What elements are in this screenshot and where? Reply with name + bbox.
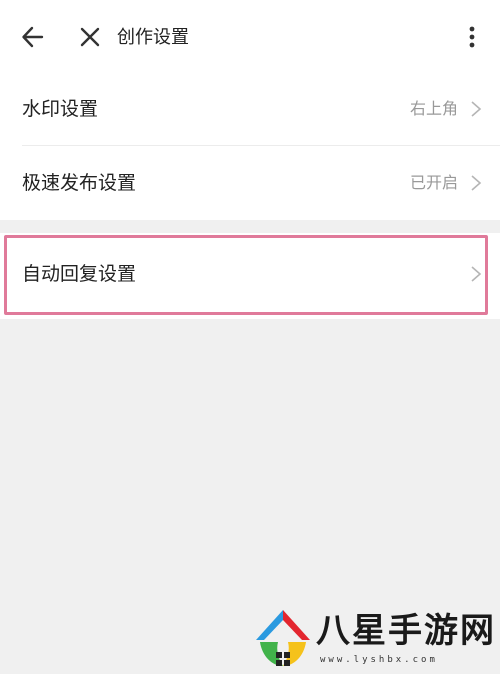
watermark-title: 八星手游网 xyxy=(316,611,496,651)
page-title: 创作设置 xyxy=(117,27,189,48)
setting-label: 水印设置 xyxy=(22,98,99,120)
watermark-url: www.lyshbx.com xyxy=(320,655,438,665)
arrow-left-icon[interactable] xyxy=(20,24,48,50)
chevron-right-icon xyxy=(470,100,482,118)
setting-value: 右上角 xyxy=(409,99,458,118)
close-icon[interactable] xyxy=(78,24,102,50)
setting-row-watermark[interactable]: 水印设置 右上角 xyxy=(0,72,500,146)
watermark-logo-icon xyxy=(252,606,314,670)
app-header: 创作设置 xyxy=(0,0,500,72)
watermark: 八星手游网 www.lyshbx.com xyxy=(250,606,500,670)
setting-label: 极速发布设置 xyxy=(22,172,137,194)
more-vertical-icon[interactable] xyxy=(462,24,482,50)
settings-group: 水印设置 右上角 极速发布设置 已开启 xyxy=(0,72,500,220)
setting-row-fast-publish[interactable]: 极速发布设置 已开启 xyxy=(0,146,500,220)
setting-value: 已开启 xyxy=(409,173,458,192)
chevron-right-icon xyxy=(470,174,482,192)
highlight-box xyxy=(4,235,488,315)
